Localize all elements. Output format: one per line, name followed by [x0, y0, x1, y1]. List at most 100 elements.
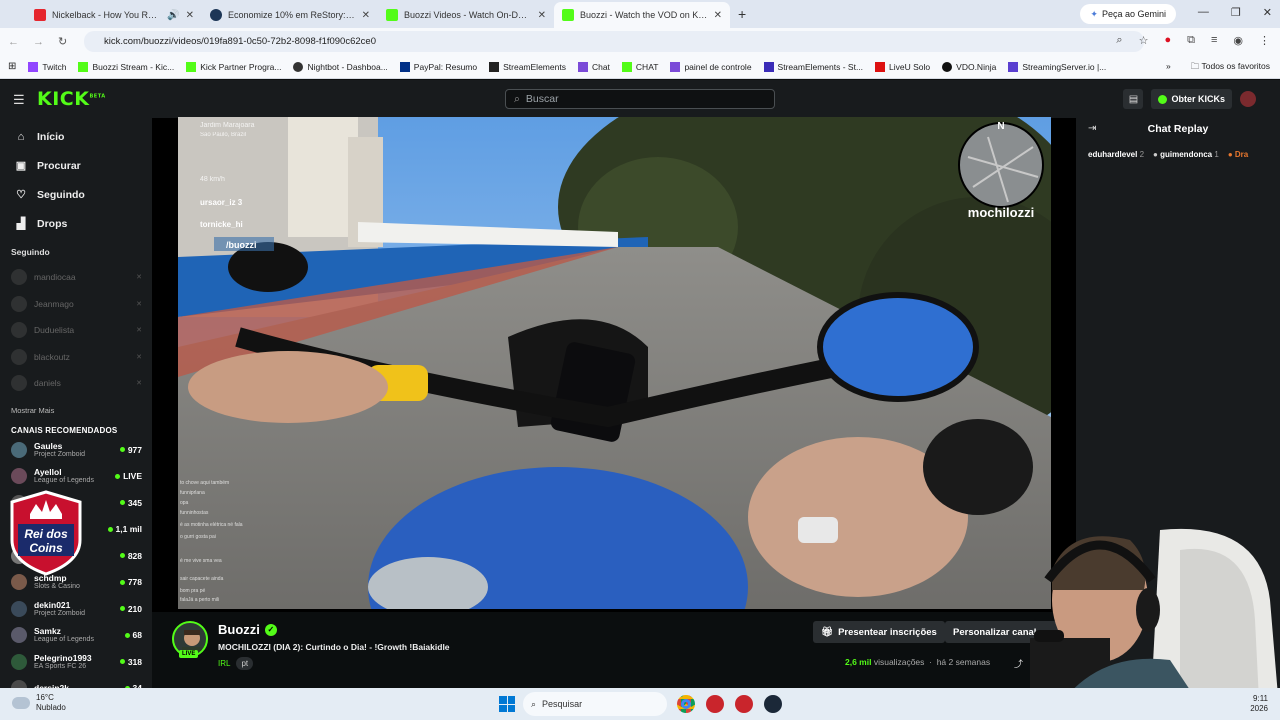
bookmark-item[interactable]: Chat	[577, 61, 610, 72]
nav-browse[interactable]: ▣ Procurar	[0, 151, 152, 180]
language-tag[interactable]: pt	[236, 657, 254, 670]
channel-avatar	[11, 468, 27, 485]
recommended-channel[interactable]: Pelegrino1993 EA Sports FC 26 318	[0, 649, 152, 676]
bookmark-item[interactable]: StreamElements - St...	[763, 61, 863, 72]
kick-logo-text: KICK	[37, 88, 90, 110]
taskbar-search[interactable]: ⌕ Pesquisar	[523, 692, 667, 716]
bookmark-item[interactable]: PayPal: Resumo	[399, 61, 478, 72]
recommended-channel[interactable]: Ayellol League of Legends LIVE	[0, 463, 152, 490]
bookmark-favicon-icon	[489, 61, 500, 72]
extension-red-icon[interactable]: ●	[1164, 34, 1171, 47]
browser-tab[interactable]: Economize 10% em ReStory: Ch ✕	[202, 2, 378, 28]
weather-widget[interactable]: 16°C Nublado	[12, 693, 66, 712]
gifter[interactable]: ● guimendonca 1	[1153, 150, 1219, 159]
search-box[interactable]: ⌕	[505, 89, 775, 109]
following-item[interactable]: daniels ✕	[0, 370, 152, 397]
bookmark-item[interactable]: LiveU Solo	[875, 61, 930, 72]
audio-icon[interactable]: 🔊	[167, 10, 179, 21]
search-input[interactable]	[525, 93, 746, 105]
bookmark-item[interactable]: Twitch	[28, 61, 66, 72]
video-player[interactable]: N mochilozzi Jardim Marajoara São Paulo,…	[178, 117, 1051, 609]
channel-name: blackoutz	[34, 351, 70, 362]
hamburger-menu-icon[interactable]: ☰	[13, 92, 25, 108]
viewer-count: 828	[120, 551, 142, 561]
recommended-channel[interactable]: dekin021 Project Zomboid 210	[0, 596, 152, 623]
close-icon[interactable]: ✕	[538, 10, 546, 21]
show-more-link[interactable]: Mostrar Mais	[0, 397, 152, 417]
channel-name: Jeanmago	[34, 298, 74, 309]
following-item[interactable]: Jeanmago ✕	[0, 291, 152, 318]
channel-meta: Samkz League of Legends	[34, 627, 94, 643]
bookmark-item[interactable]: StreamElements	[489, 61, 566, 72]
streamer-name[interactable]: Buozzi	[218, 622, 260, 637]
new-tab-button[interactable]: +	[730, 6, 754, 28]
bookmark-item[interactable]: VDO.Ninja	[942, 61, 996, 72]
apps-grid-icon[interactable]: ⊞	[8, 61, 16, 72]
bookmark-item[interactable]: StreamingServer.io |...	[1008, 61, 1106, 72]
chrome-icon[interactable]	[677, 695, 695, 713]
minimize-icon[interactable]: —	[1198, 6, 1209, 19]
puzzle-icon[interactable]: ⧉	[1187, 34, 1195, 47]
browser-tab[interactable]: Nickelback - How You Remember Me 🔊 ✕	[26, 2, 202, 28]
channel-name: Duduelista	[34, 325, 75, 336]
close-icon[interactable]: ✕	[186, 10, 194, 21]
bookmark-item[interactable]: Buozzi Stream - Kic...	[78, 61, 174, 72]
star-icon[interactable]: ☆	[1139, 34, 1149, 47]
following-item[interactable]: blackoutz ✕	[0, 344, 152, 371]
media-icon[interactable]: ≡	[1211, 34, 1217, 47]
profile-avatar-icon[interactable]: ◉	[1233, 34, 1243, 47]
gifter-name: eduhardlevel	[1088, 150, 1138, 159]
time-ago: há 2 semanas	[936, 657, 991, 667]
kick-logo[interactable]: KICKBETA	[37, 88, 106, 110]
channel-avatar	[11, 375, 27, 392]
all-bookmarks[interactable]: 🗀 Todos os favoritos	[1191, 61, 1270, 75]
back-icon[interactable]: ←	[8, 36, 19, 48]
obs-icon[interactable]	[706, 695, 724, 713]
menu-dots-icon[interactable]: ⋮	[1259, 34, 1270, 47]
bookmark-item[interactable]: Kick Partner Progra...	[186, 61, 281, 72]
system-clock[interactable]: 9:11 2026	[1250, 694, 1268, 715]
following-item[interactable]: mandiocaa ✕	[0, 264, 152, 291]
bookmark-item[interactable]: Nightbot - Dashboa...	[293, 61, 388, 72]
category-link[interactable]: IRL	[218, 659, 230, 668]
gifter[interactable]: ● Dra	[1228, 150, 1248, 159]
nav-label: Início	[37, 130, 65, 143]
close-icon[interactable]: ✕	[362, 10, 370, 21]
top-gifters: eduhardlevel 2 ● guimendonca 1 ● Dra	[1088, 150, 1248, 159]
verified-icon: ✓	[264, 623, 277, 636]
url-bar[interactable]: kick.com/buozzi/videos/019fa891-0c50-72b…	[84, 31, 1144, 52]
bookmark-label: CHAT	[635, 61, 659, 72]
maximize-icon[interactable]: ❐	[1231, 6, 1241, 19]
gemini-button[interactable]: ✦ Peça ao Gemini	[1080, 4, 1176, 24]
nav-following[interactable]: ♡ Seguindo	[0, 180, 152, 209]
nav-home[interactable]: ⌂ Início	[0, 122, 152, 151]
channel-name: Samkz	[34, 626, 61, 637]
offline-icon: ✕	[136, 380, 142, 388]
library-icon[interactable]: ▤	[1123, 89, 1144, 109]
channel-avatar	[11, 322, 27, 339]
close-icon[interactable]: ✕	[714, 10, 722, 21]
gift-subs-button[interactable]: 🎁︎ Presentear inscrições	[813, 621, 945, 643]
following-item[interactable]: Duduelista ✕	[0, 317, 152, 344]
bookmark-label: PayPal: Resumo	[413, 61, 478, 72]
gifter[interactable]: eduhardlevel 2	[1088, 150, 1144, 159]
get-kicks-button[interactable]: Obter KICKs	[1151, 89, 1232, 109]
bookmarks-overflow-icon[interactable]: »	[1166, 61, 1171, 75]
browser-tab-active[interactable]: Buozzi - Watch the VOD on Kick ✕	[554, 2, 730, 28]
forward-icon[interactable]: →	[33, 36, 44, 48]
steam-icon[interactable]	[764, 695, 782, 713]
overlay-chat-line: to chove aqui também	[180, 480, 229, 486]
reload-icon[interactable]: ↻	[58, 35, 67, 48]
recommended-channel[interactable]: Gaules Project Zomboid 977	[0, 437, 152, 464]
recorder-icon[interactable]	[735, 695, 753, 713]
bookmark-item[interactable]: CHAT	[621, 61, 659, 72]
user-avatar[interactable]	[1240, 91, 1256, 107]
channel-avatar	[11, 627, 27, 644]
close-window-icon[interactable]: ✕	[1263, 6, 1272, 19]
recommended-channel[interactable]: Samkz League of Legends 68	[0, 622, 152, 649]
zoom-icon[interactable]: ⌕	[1116, 34, 1122, 47]
browser-tab[interactable]: Buozzi Videos - Watch On-Demand ✕	[378, 2, 554, 28]
nav-drops[interactable]: ▟ Drops	[0, 209, 152, 238]
windows-start-icon[interactable]	[499, 696, 515, 712]
bookmark-item[interactable]: painel de controle	[670, 61, 752, 72]
